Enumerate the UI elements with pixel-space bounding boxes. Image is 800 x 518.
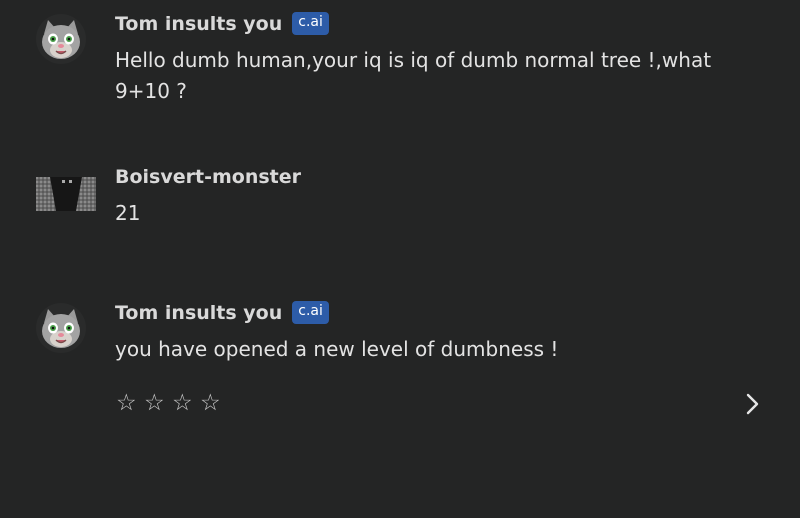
- bot-avatar[interactable]: [36, 303, 86, 353]
- star-2-icon[interactable]: ☆: [144, 389, 168, 417]
- author-name: Tom insults you: [115, 301, 283, 324]
- next-response-button[interactable]: [738, 390, 766, 418]
- user-avatar-image: [36, 177, 96, 211]
- author-name: Tom insults you: [115, 12, 283, 35]
- bot-avatar[interactable]: [36, 14, 86, 64]
- star-1-icon[interactable]: ☆: [116, 389, 140, 417]
- star-4-icon[interactable]: ☆: [200, 389, 224, 417]
- ai-badge: c.ai: [292, 12, 329, 35]
- user-avatar[interactable]: [36, 177, 96, 211]
- chevron-right-icon: [746, 393, 759, 415]
- author-name: Boisvert-monster: [115, 166, 301, 188]
- message-text: Hello dumb human,your iq is iq of dumb n…: [115, 48, 712, 103]
- message-text: 21: [115, 201, 141, 225]
- talking-tom-cat-icon: [36, 303, 86, 353]
- ai-badge: c.ai: [292, 301, 329, 324]
- message-text: you have opened a new level of dumbness …: [115, 337, 559, 361]
- star-3-icon[interactable]: ☆: [172, 389, 196, 417]
- rating-stars: ☆ ☆ ☆ ☆: [116, 389, 224, 417]
- talking-tom-cat-icon: [36, 14, 86, 64]
